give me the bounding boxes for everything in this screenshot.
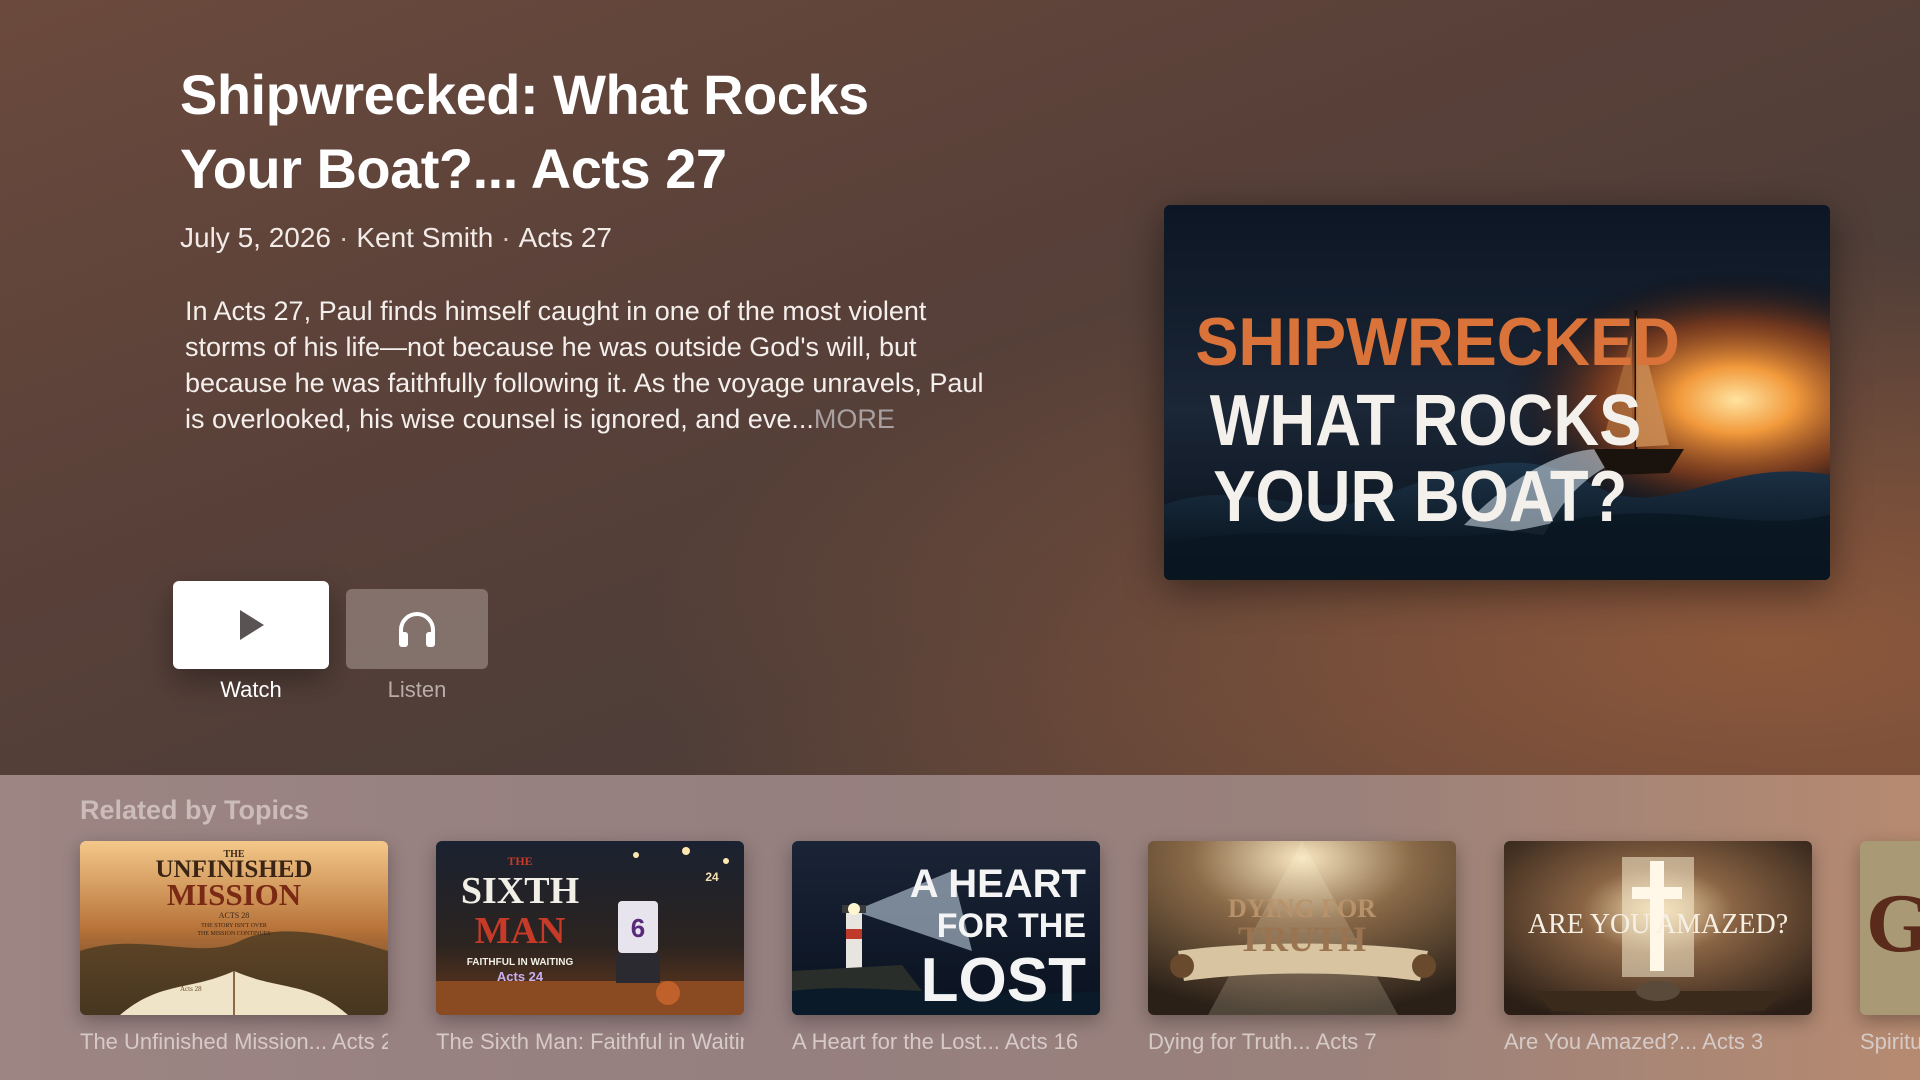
card-thumbnail: GI bbox=[1860, 841, 1920, 1015]
card-caption: Dying for Truth... Acts 7 bbox=[1148, 1029, 1377, 1054]
card-art-line1: GI bbox=[1866, 877, 1920, 970]
card-art-line2: MAN bbox=[475, 910, 566, 952]
meta-separator: · bbox=[339, 222, 349, 253]
artwork-title-line2: WHAT ROCKS bbox=[1210, 381, 1642, 461]
shipwreck-artwork-image: SHIPWRECKED WHAT ROCKS YOUR BOAT? bbox=[1164, 205, 1830, 580]
card-thumbnail: ARE YOU AMAZED? bbox=[1504, 841, 1812, 1015]
sermon-artwork: SHIPWRECKED WHAT ROCKS YOUR BOAT? bbox=[1164, 205, 1830, 580]
card-thumbnail: A HEART FOR THE LOST bbox=[792, 841, 1100, 1015]
watch-label: Watch bbox=[220, 677, 282, 702]
card-caption: The Unfinished Mission... Acts 28 bbox=[80, 1029, 388, 1054]
related-section: Related by Topics THE UNFINISHED MISSION bbox=[0, 775, 1920, 1080]
artwork-title-line3: YOUR BOAT? bbox=[1213, 457, 1627, 537]
card-art-sub3: THE MISSION CONTINUES bbox=[197, 931, 270, 937]
watch-action: Watch bbox=[173, 581, 329, 703]
card-thumbnail: THE UNFINISHED MISSION ACTS 28 THE STORY… bbox=[80, 841, 388, 1015]
watch-button[interactable] bbox=[173, 581, 329, 669]
card-thumbnail: DYING FOR TRUTH bbox=[1148, 841, 1456, 1015]
card-thumbnail: 6 24 THE SIXTH MAN FAITHFUL IN WAITING A… bbox=[436, 841, 744, 1015]
sermon-scripture: Acts 27 bbox=[518, 222, 612, 253]
card-art-line3: LOST bbox=[921, 946, 1086, 1015]
card-art-score: 24 bbox=[705, 870, 719, 884]
card-art-sub1: FAITHFUL IN WAITING bbox=[467, 957, 574, 968]
play-icon bbox=[240, 610, 264, 640]
artwork-title-line1: SHIPWRECKED bbox=[1195, 305, 1679, 381]
card-art-line1: SIXTH bbox=[461, 870, 579, 912]
card-art-small: THE bbox=[507, 854, 532, 868]
card-art-line2: FOR THE bbox=[937, 907, 1086, 945]
related-card-unfinished-mission[interactable]: THE UNFINISHED MISSION ACTS 28 THE STORY… bbox=[80, 841, 388, 1055]
listen-button[interactable] bbox=[346, 589, 488, 669]
related-card-sixth-man[interactable]: 6 24 THE SIXTH MAN FAITHFUL IN WAITING A… bbox=[436, 841, 744, 1055]
card-art-sub2: Acts 24 bbox=[497, 969, 544, 984]
sermon-date: July 5, 2026 bbox=[180, 222, 331, 253]
card-art-line1: A HEART bbox=[910, 862, 1086, 906]
sermon-description: In Acts 27, Paul finds himself caught in… bbox=[185, 293, 1005, 437]
related-card-heart-for-lost[interactable]: A HEART FOR THE LOST A Heart for the Los… bbox=[792, 841, 1100, 1055]
card-art-sub1: ACTS 28 bbox=[219, 911, 249, 920]
related-card-dying-for-truth[interactable]: DYING FOR TRUTH Dying for Truth... Acts … bbox=[1148, 841, 1456, 1055]
card-art-line1: ARE YOU AMAZED? bbox=[1528, 909, 1788, 940]
sermon-meta: July 5, 2026 · Kent Smith · Acts 27 bbox=[180, 222, 612, 254]
meta-separator: · bbox=[501, 222, 511, 253]
sermon-title: Shipwrecked: What Rocks Your Boat?... Ac… bbox=[180, 63, 869, 200]
card-caption: Spiritual Gifts bbox=[1860, 1029, 1920, 1054]
listen-action: Listen bbox=[346, 589, 488, 703]
related-card-are-you-amazed[interactable]: ARE YOU AMAZED? Are You Amazed?... Acts … bbox=[1504, 841, 1812, 1055]
more-link[interactable]: MORE bbox=[814, 404, 895, 434]
related-title: Related by Topics bbox=[80, 795, 310, 825]
card-caption: The Sixth Man: Faithful in Waiting bbox=[436, 1029, 744, 1054]
sermon-speaker: Kent Smith bbox=[356, 222, 494, 253]
card-art-line2: TRUTH bbox=[1238, 919, 1366, 959]
card-caption: A Heart for the Lost... Acts 16 bbox=[792, 1029, 1079, 1054]
card-art-book: Acts 28 bbox=[180, 985, 202, 993]
headphones-icon bbox=[399, 612, 435, 647]
related-card-spiritual-gifts[interactable]: GI Spiritual Gifts bbox=[1860, 841, 1920, 1055]
card-art-line2: MISSION bbox=[167, 877, 301, 912]
listen-label: Listen bbox=[387, 677, 447, 702]
card-caption: Are You Amazed?... Acts 3 bbox=[1504, 1029, 1764, 1054]
card-art-jersey: 6 bbox=[631, 913, 645, 943]
card-art-sub2: THE STORY ISN'T OVER bbox=[201, 923, 267, 929]
